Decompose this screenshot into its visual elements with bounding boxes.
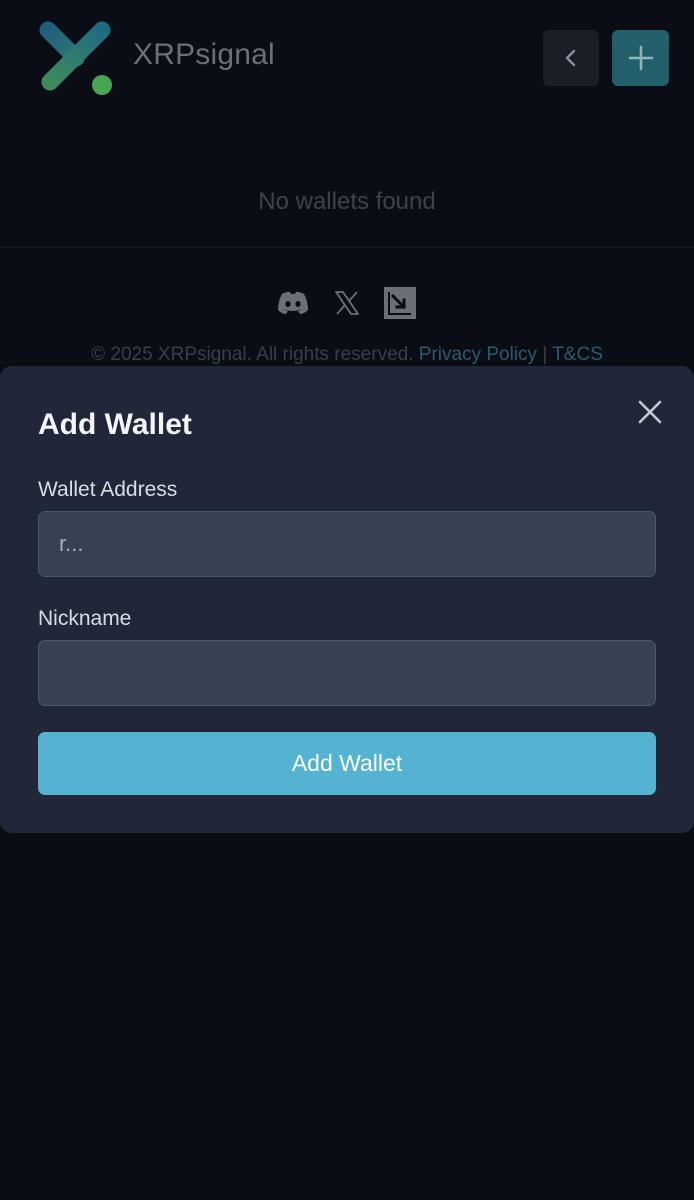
footer-divider (0, 247, 694, 248)
add-wallet-header-button[interactable] (612, 30, 669, 86)
discord-icon[interactable] (275, 285, 311, 321)
chevron-left-icon (565, 49, 576, 67)
brand-name: XRPsignal (133, 38, 275, 71)
x-icon[interactable] (332, 285, 362, 321)
wallet-address-label: Wallet Address (38, 478, 178, 501)
nickname-label: Nickname (38, 607, 132, 630)
back-button[interactable] (543, 30, 599, 86)
modal-title: Add Wallet (38, 408, 192, 441)
nickname-input[interactable] (38, 640, 656, 706)
page: XRPsignal No wallets found © 2025 XRPsig… (0, 0, 694, 1200)
terms-link[interactable]: T&CS (552, 344, 603, 365)
privacy-policy-link[interactable]: Privacy Policy (419, 344, 537, 365)
social-links (275, 285, 420, 321)
add-wallet-modal: Add Wallet Wallet Address Nickname Add W… (0, 366, 694, 833)
wallet-address-input[interactable] (38, 511, 656, 577)
plus-icon (628, 45, 653, 71)
empty-state-message: No wallets found (258, 188, 436, 215)
xrpsignal-logo-icon[interactable] (36, 18, 116, 98)
close-button[interactable] (636, 398, 664, 426)
copyright-line: © 2025 XRPsignal. All rights reserved. P… (0, 344, 694, 366)
add-wallet-submit-button[interactable]: Add Wallet (38, 732, 656, 795)
copyright-text: © 2025 XRPsignal. All rights reserved. (91, 344, 414, 365)
xrpl-icon[interactable] (383, 285, 417, 321)
close-icon (638, 400, 662, 424)
footer-separator: | (542, 344, 548, 365)
